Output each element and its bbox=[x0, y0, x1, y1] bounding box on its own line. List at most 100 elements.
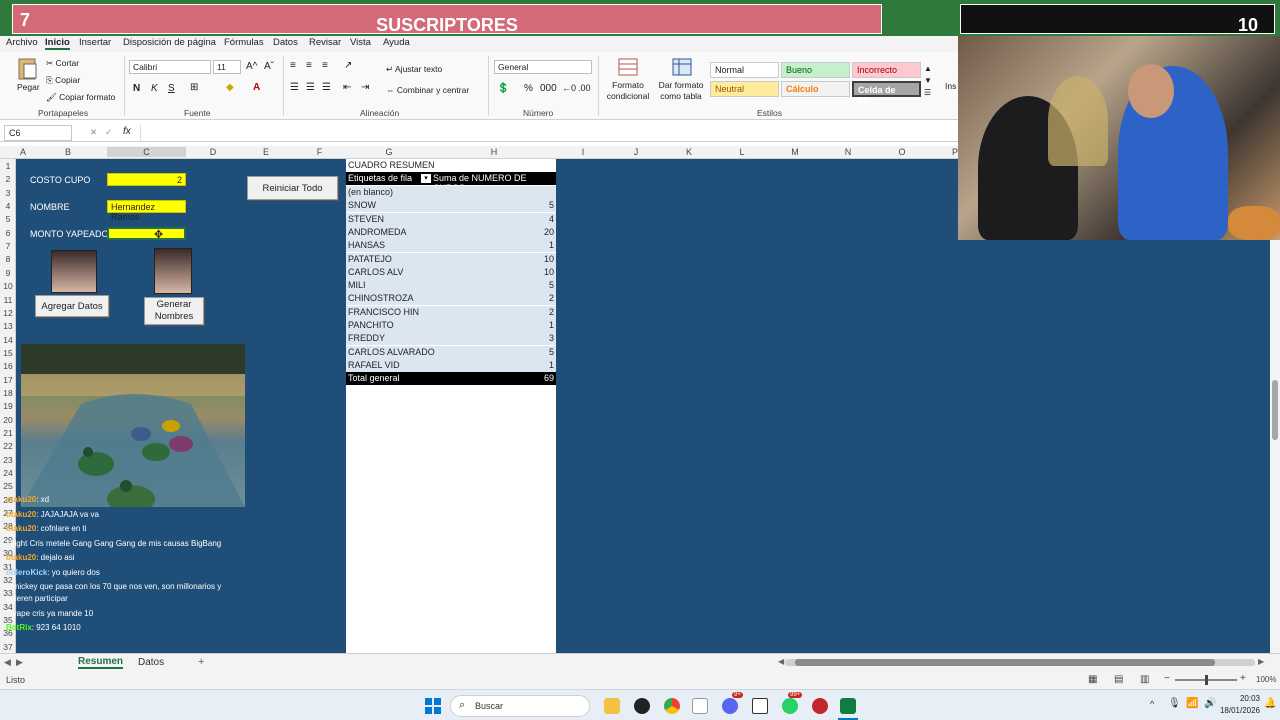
formula-input[interactable] bbox=[140, 125, 956, 141]
tray-chevron-icon[interactable]: ^ bbox=[1150, 699, 1154, 709]
col-header[interactable]: I bbox=[557, 147, 609, 157]
row-header[interactable]: 21 bbox=[0, 428, 16, 438]
insert-cells-label[interactable]: Ins bbox=[945, 81, 956, 91]
row-header[interactable]: 12 bbox=[0, 308, 16, 318]
row-header[interactable]: 15 bbox=[0, 348, 16, 358]
col-header[interactable]: K bbox=[663, 147, 715, 157]
discord-icon[interactable] bbox=[722, 698, 738, 714]
generar-nombres-button[interactable]: Generar Nombres bbox=[144, 297, 204, 325]
row-header[interactable]: 8 bbox=[0, 254, 16, 264]
normal-view-icon[interactable]: ▦ bbox=[1088, 674, 1097, 685]
italic-button[interactable]: K bbox=[151, 83, 158, 94]
style-celda[interactable]: Celda de co... bbox=[852, 81, 921, 105]
row-header[interactable]: 23 bbox=[0, 455, 16, 465]
vertical-scroll-thumb[interactable] bbox=[1272, 380, 1278, 440]
align-right-icon[interactable]: ☰ bbox=[322, 82, 331, 93]
comma-icon[interactable]: 000 bbox=[540, 83, 557, 94]
excel-icon[interactable] bbox=[840, 698, 856, 714]
page-break-icon[interactable]: ▥ bbox=[1140, 674, 1149, 685]
row-header[interactable]: 3 bbox=[0, 188, 16, 198]
windows-start-icon[interactable] bbox=[425, 698, 441, 714]
col-header[interactable]: E bbox=[240, 147, 292, 157]
increase-font-icon[interactable]: A^ bbox=[246, 61, 257, 72]
font-size-select[interactable]: 11 bbox=[213, 60, 241, 74]
zoom-level[interactable]: 100% bbox=[1256, 675, 1276, 684]
menu-revisar[interactable]: Revisar bbox=[309, 37, 341, 48]
col-header[interactable]: H bbox=[432, 147, 556, 157]
costo-cupo-value[interactable]: 2 bbox=[107, 173, 186, 186]
decrease-indent-icon[interactable]: ⇤ bbox=[343, 82, 351, 93]
row-header[interactable]: 7 bbox=[0, 241, 16, 251]
underline-button[interactable]: S bbox=[168, 83, 175, 94]
agregar-datos-button[interactable]: Agregar Datos bbox=[35, 295, 109, 317]
percent-icon[interactable]: % bbox=[524, 83, 533, 94]
bold-button[interactable]: N bbox=[133, 83, 140, 94]
row-header[interactable]: 25 bbox=[0, 481, 16, 491]
styles-scroll-down-icon[interactable]: ▼ bbox=[924, 76, 932, 85]
tab-scroll-left-icon[interactable]: ◀ bbox=[4, 657, 11, 668]
row-header[interactable]: 19 bbox=[0, 401, 16, 411]
add-sheet-icon[interactable]: + bbox=[198, 656, 204, 668]
row-header[interactable]: 6 bbox=[0, 228, 16, 238]
notion-icon[interactable] bbox=[752, 698, 768, 714]
tab-resumen[interactable]: Resumen bbox=[78, 656, 124, 669]
menu-vista[interactable]: Vista bbox=[350, 37, 371, 48]
hscroll-left-icon[interactable]: ◀ bbox=[778, 657, 784, 666]
horizontal-scrollbar[interactable] bbox=[785, 659, 1255, 666]
row-header[interactable]: 17 bbox=[0, 375, 16, 385]
style-calculo[interactable]: Cálculo bbox=[781, 81, 850, 97]
style-neutral[interactable]: Neutral bbox=[710, 81, 779, 97]
row-header[interactable]: 16 bbox=[0, 361, 16, 371]
menu-archivo[interactable]: Archivo bbox=[6, 37, 38, 48]
function-icon[interactable]: fx bbox=[123, 126, 131, 137]
clock-date[interactable]: 18/01/2026 bbox=[1212, 706, 1260, 715]
zoom-in-icon[interactable]: + bbox=[1240, 673, 1246, 684]
decrease-font-icon[interactable]: Aˇ bbox=[264, 61, 274, 72]
vertical-scrollbar[interactable] bbox=[1270, 240, 1280, 653]
style-normal[interactable]: Normal bbox=[710, 62, 779, 78]
row-header[interactable]: 1 bbox=[0, 161, 16, 171]
name-box[interactable]: C6 bbox=[4, 125, 72, 141]
align-middle-icon[interactable]: ≡ bbox=[306, 60, 312, 71]
whatsapp-icon[interactable] bbox=[782, 698, 798, 714]
copy-button[interactable]: ⎘ Copiar bbox=[46, 75, 80, 86]
format-table-label[interactable]: Dar formato como tabla bbox=[656, 80, 706, 102]
col-header[interactable]: A bbox=[16, 147, 30, 157]
col-header[interactable]: B bbox=[30, 147, 106, 157]
row-header[interactable]: 20 bbox=[0, 415, 16, 425]
taskbar-search-box[interactable]: ⌕ Buscar bbox=[450, 695, 590, 717]
row-header[interactable]: 13 bbox=[0, 321, 16, 331]
merge-center-button[interactable]: ⇔ Combinar y centrar bbox=[386, 85, 469, 95]
nombre-value[interactable]: Hernandez Ramos bbox=[107, 200, 186, 222]
confirm-icon[interactable]: ✓ bbox=[105, 127, 112, 138]
cut-button[interactable]: ✂ Cortar bbox=[46, 58, 79, 69]
row-header[interactable]: 24 bbox=[0, 468, 16, 478]
borders-icon[interactable]: ⊞ bbox=[190, 82, 198, 93]
col-header[interactable]: J bbox=[610, 147, 662, 157]
horizontal-scroll-thumb[interactable] bbox=[795, 659, 1215, 666]
col-header[interactable]: C bbox=[107, 147, 186, 157]
row-header[interactable]: 9 bbox=[0, 268, 16, 278]
align-center-icon[interactable]: ☰ bbox=[306, 82, 315, 93]
format-painter-button[interactable]: 🖌 Copiar formato bbox=[46, 92, 115, 103]
row-header[interactable]: 2 bbox=[0, 174, 16, 184]
capcut-icon[interactable] bbox=[692, 698, 708, 714]
row-header[interactable]: 14 bbox=[0, 335, 16, 345]
chatgpt-icon[interactable] bbox=[634, 698, 650, 714]
col-header[interactable]: O bbox=[876, 147, 928, 157]
style-bueno[interactable]: Bueno bbox=[781, 62, 850, 78]
paste-icon[interactable] bbox=[16, 56, 38, 80]
file-explorer-icon[interactable] bbox=[604, 698, 620, 714]
zoom-slider-thumb[interactable] bbox=[1205, 675, 1208, 685]
cancel-icon[interactable]: ✕ bbox=[90, 127, 97, 138]
notifications-icon[interactable]: 🔔 bbox=[1264, 698, 1276, 709]
currency-icon[interactable]: 💲 bbox=[497, 83, 509, 94]
zoom-slider[interactable] bbox=[1175, 675, 1237, 685]
col-header[interactable]: M bbox=[769, 147, 821, 157]
tab-scroll-right-icon[interactable]: ▶ bbox=[16, 657, 23, 668]
menu-formulas[interactable]: Fórmulas bbox=[224, 37, 264, 48]
menu-inicio[interactable]: Inicio bbox=[45, 37, 70, 50]
menu-insertar[interactable]: Insertar bbox=[79, 37, 111, 48]
clock-time[interactable]: 20:03 bbox=[1220, 694, 1260, 703]
style-incorrecto[interactable]: Incorrecto bbox=[852, 62, 921, 78]
